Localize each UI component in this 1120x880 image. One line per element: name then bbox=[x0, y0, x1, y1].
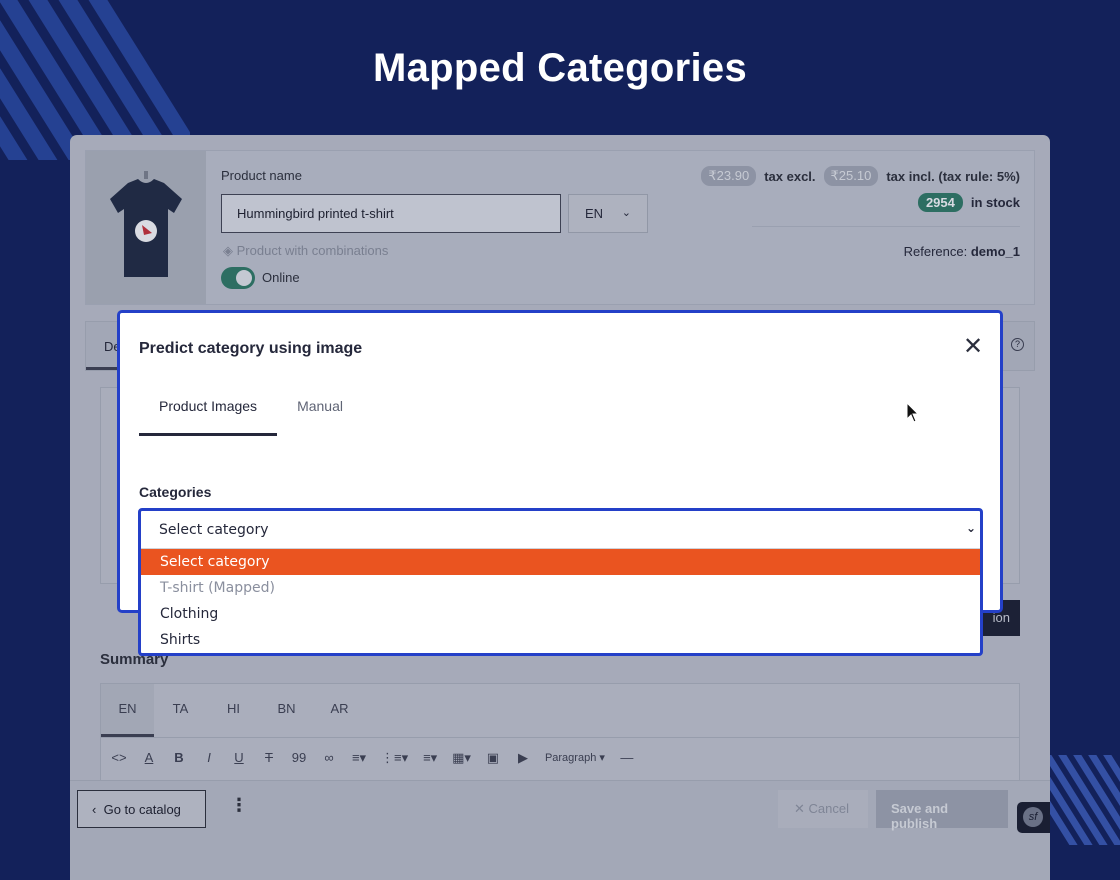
horizontal-rule-icon[interactable]: — bbox=[619, 750, 635, 765]
price-incl-badge: ₹25.10 bbox=[823, 166, 879, 186]
summary-language-tabs: EN TA HI BN AR bbox=[101, 684, 366, 737]
reference-value: demo_1 bbox=[970, 244, 1020, 259]
help-icon[interactable]: ? bbox=[1011, 338, 1024, 351]
symfony-toolbar-icon[interactable] bbox=[1017, 802, 1050, 833]
combinations-indicator: ◈ Product with combinations bbox=[223, 243, 388, 259]
close-icon[interactable]: ✕ bbox=[963, 335, 983, 359]
align-icon[interactable]: ≡▾ bbox=[351, 750, 367, 766]
reference-label: Reference: bbox=[903, 244, 968, 259]
link-icon[interactable]: ∞ bbox=[321, 750, 337, 765]
category-option-list: Select category T-shirt (Mapped) Clothin… bbox=[141, 549, 980, 653]
reference-row: Reference: demo_1 bbox=[904, 244, 1020, 259]
online-toggle[interactable] bbox=[221, 267, 255, 289]
font-color-icon[interactable]: A bbox=[141, 750, 157, 765]
strikethrough-icon[interactable]: T bbox=[261, 750, 277, 765]
tab-manual[interactable]: Manual bbox=[277, 380, 363, 436]
reference-divider bbox=[752, 226, 1020, 227]
categories-label: Categories bbox=[139, 484, 212, 500]
category-select[interactable]: Select category ⌄ bbox=[141, 511, 980, 549]
close-small-icon: ✕ bbox=[794, 801, 805, 816]
price-incl-label: tax incl. (tax rule: 5%) bbox=[886, 168, 1020, 184]
mouse-pointer-icon bbox=[906, 402, 920, 423]
tshirt-image-icon bbox=[110, 171, 182, 277]
hero-title: Mapped Categories bbox=[372, 46, 748, 90]
stock-row: 2954 in stock bbox=[917, 193, 1020, 212]
go-to-catalog-label: Go to catalog bbox=[103, 802, 181, 817]
tab-product-images[interactable]: Product Images bbox=[139, 380, 278, 436]
online-label: Online bbox=[262, 270, 300, 285]
chevron-down-icon: ⌄ bbox=[965, 521, 976, 535]
combinations-text: Product with combinations bbox=[236, 243, 389, 258]
price-row: ₹23.90 tax excl. ₹25.10 tax incl. (tax r… bbox=[701, 166, 1020, 186]
summary-tab-ta[interactable]: TA bbox=[154, 684, 207, 737]
code-icon[interactable]: <> bbox=[111, 750, 127, 765]
bold-icon[interactable]: B bbox=[171, 750, 187, 765]
cancel-button[interactable]: ✕ Cancel bbox=[778, 790, 868, 828]
italic-icon[interactable]: I bbox=[201, 750, 217, 765]
editor-toolbar: <> A B I U T 99 ∞ ≡▾ ⋮≡▾ ≡▾ ▦▾ ▣ ▶ Parag… bbox=[101, 737, 1019, 777]
stock-label: in stock bbox=[970, 195, 1020, 210]
paragraph-label: Paragraph bbox=[544, 752, 597, 764]
go-to-catalog-button[interactable]: ‹ Go to catalog bbox=[77, 790, 206, 828]
price-excl-label: tax excl. bbox=[764, 168, 816, 184]
chevron-down-icon: ⌄ bbox=[621, 207, 631, 219]
layers-icon: ◈ bbox=[223, 243, 233, 258]
active-tab-indicator bbox=[86, 367, 121, 370]
category-dropdown: Select category ⌄ Select category T-shir… bbox=[138, 508, 983, 656]
modal-tabs: Product Images Manual bbox=[139, 380, 363, 436]
image-icon[interactable]: ▣ bbox=[485, 750, 501, 766]
underline-icon[interactable]: U bbox=[231, 750, 247, 765]
more-options-icon[interactable]: ⋮ bbox=[230, 795, 248, 816]
bullet-list-icon[interactable]: ⋮≡▾ bbox=[381, 750, 408, 766]
option-select-category[interactable]: Select category bbox=[141, 549, 980, 575]
modal-title: Predict category using image bbox=[139, 340, 363, 357]
product-name-label: Product name bbox=[221, 168, 302, 183]
cancel-label: Cancel bbox=[808, 801, 849, 816]
table-icon[interactable]: ▦▾ bbox=[452, 750, 471, 766]
product-thumbnail[interactable] bbox=[86, 151, 206, 304]
numbered-list-icon[interactable]: ≡▾ bbox=[422, 750, 438, 766]
summary-tab-ar[interactable]: AR bbox=[313, 684, 366, 737]
language-select-value: EN bbox=[585, 206, 604, 221]
option-shirts[interactable]: Shirts bbox=[141, 627, 980, 653]
product-header: Product name Hummingbird printed t-shirt… bbox=[85, 150, 1035, 305]
quote-icon[interactable]: 99 bbox=[291, 750, 307, 765]
stock-count-badge: 2954 bbox=[917, 193, 963, 212]
paragraph-select[interactable]: Paragraph ▾ bbox=[545, 751, 605, 764]
product-name-input[interactable]: Hummingbird printed t-shirt bbox=[221, 194, 561, 233]
option-clothing[interactable]: Clothing bbox=[141, 601, 980, 627]
footer-bar: ‹ Go to catalog ⋮ ✕ Cancel Save and publ… bbox=[70, 780, 1050, 880]
price-excl-badge: ₹23.90 bbox=[701, 166, 757, 186]
decorative-stripes-bottom-right bbox=[1045, 755, 1120, 845]
category-select-value: Select category bbox=[159, 522, 269, 538]
summary-tab-bn[interactable]: BN bbox=[260, 684, 313, 737]
summary-tab-hi[interactable]: HI bbox=[207, 684, 260, 737]
language-select[interactable]: EN ⌄ bbox=[568, 194, 648, 233]
chevron-left-icon: ‹ bbox=[92, 802, 97, 817]
media-icon[interactable]: ▶ bbox=[515, 750, 531, 766]
option-tshirt-mapped: T-shirt (Mapped) bbox=[160, 580, 275, 596]
save-and-publish-button[interactable]: Save and publish bbox=[876, 790, 1008, 831]
summary-tab-en[interactable]: EN bbox=[101, 684, 154, 737]
